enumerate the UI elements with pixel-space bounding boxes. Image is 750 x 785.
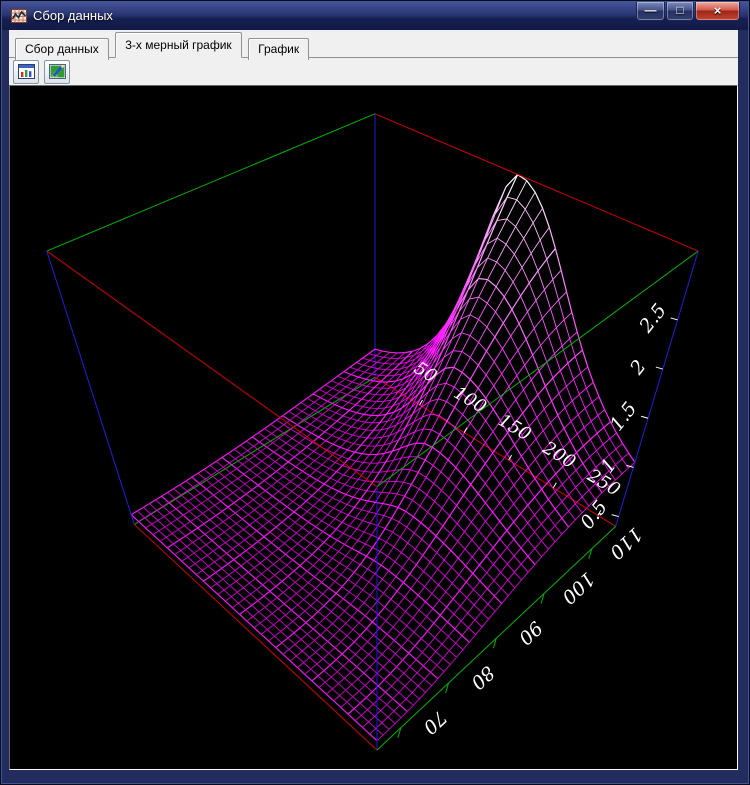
bar-chart-icon [18,64,35,79]
chart-view-button[interactable] [13,60,39,84]
tab-bar: Сбор данных 3-х мерный график График [9,32,738,58]
client-area: Сбор данных 3-х мерный график График [9,30,738,770]
plot-area[interactable]: 708090100110501001502002500.511.522.5 [9,85,738,770]
surface-plot[interactable]: 708090100110501001502002500.511.522.5 [10,86,737,769]
app-window: Сбор данных — □ × Сбор данных 3-х мерный… [0,0,750,785]
image-edit-icon [49,64,66,79]
maximize-button[interactable]: □ [666,2,694,21]
tab-data-collection[interactable]: Сбор данных [15,38,109,60]
toolbar [9,58,738,85]
window-controls: — □ × [635,2,740,21]
chart-window-icon [11,8,27,24]
title-bar[interactable]: Сбор данных — □ × [2,2,748,30]
tab-graph[interactable]: График [248,38,309,60]
window-title: Сбор данных [33,8,113,23]
edit-graph-button[interactable] [44,60,70,84]
tab-3d-graph[interactable]: 3-х мерный график [115,32,241,58]
close-button[interactable]: × [695,2,740,21]
minimize-button[interactable]: — [636,2,665,21]
